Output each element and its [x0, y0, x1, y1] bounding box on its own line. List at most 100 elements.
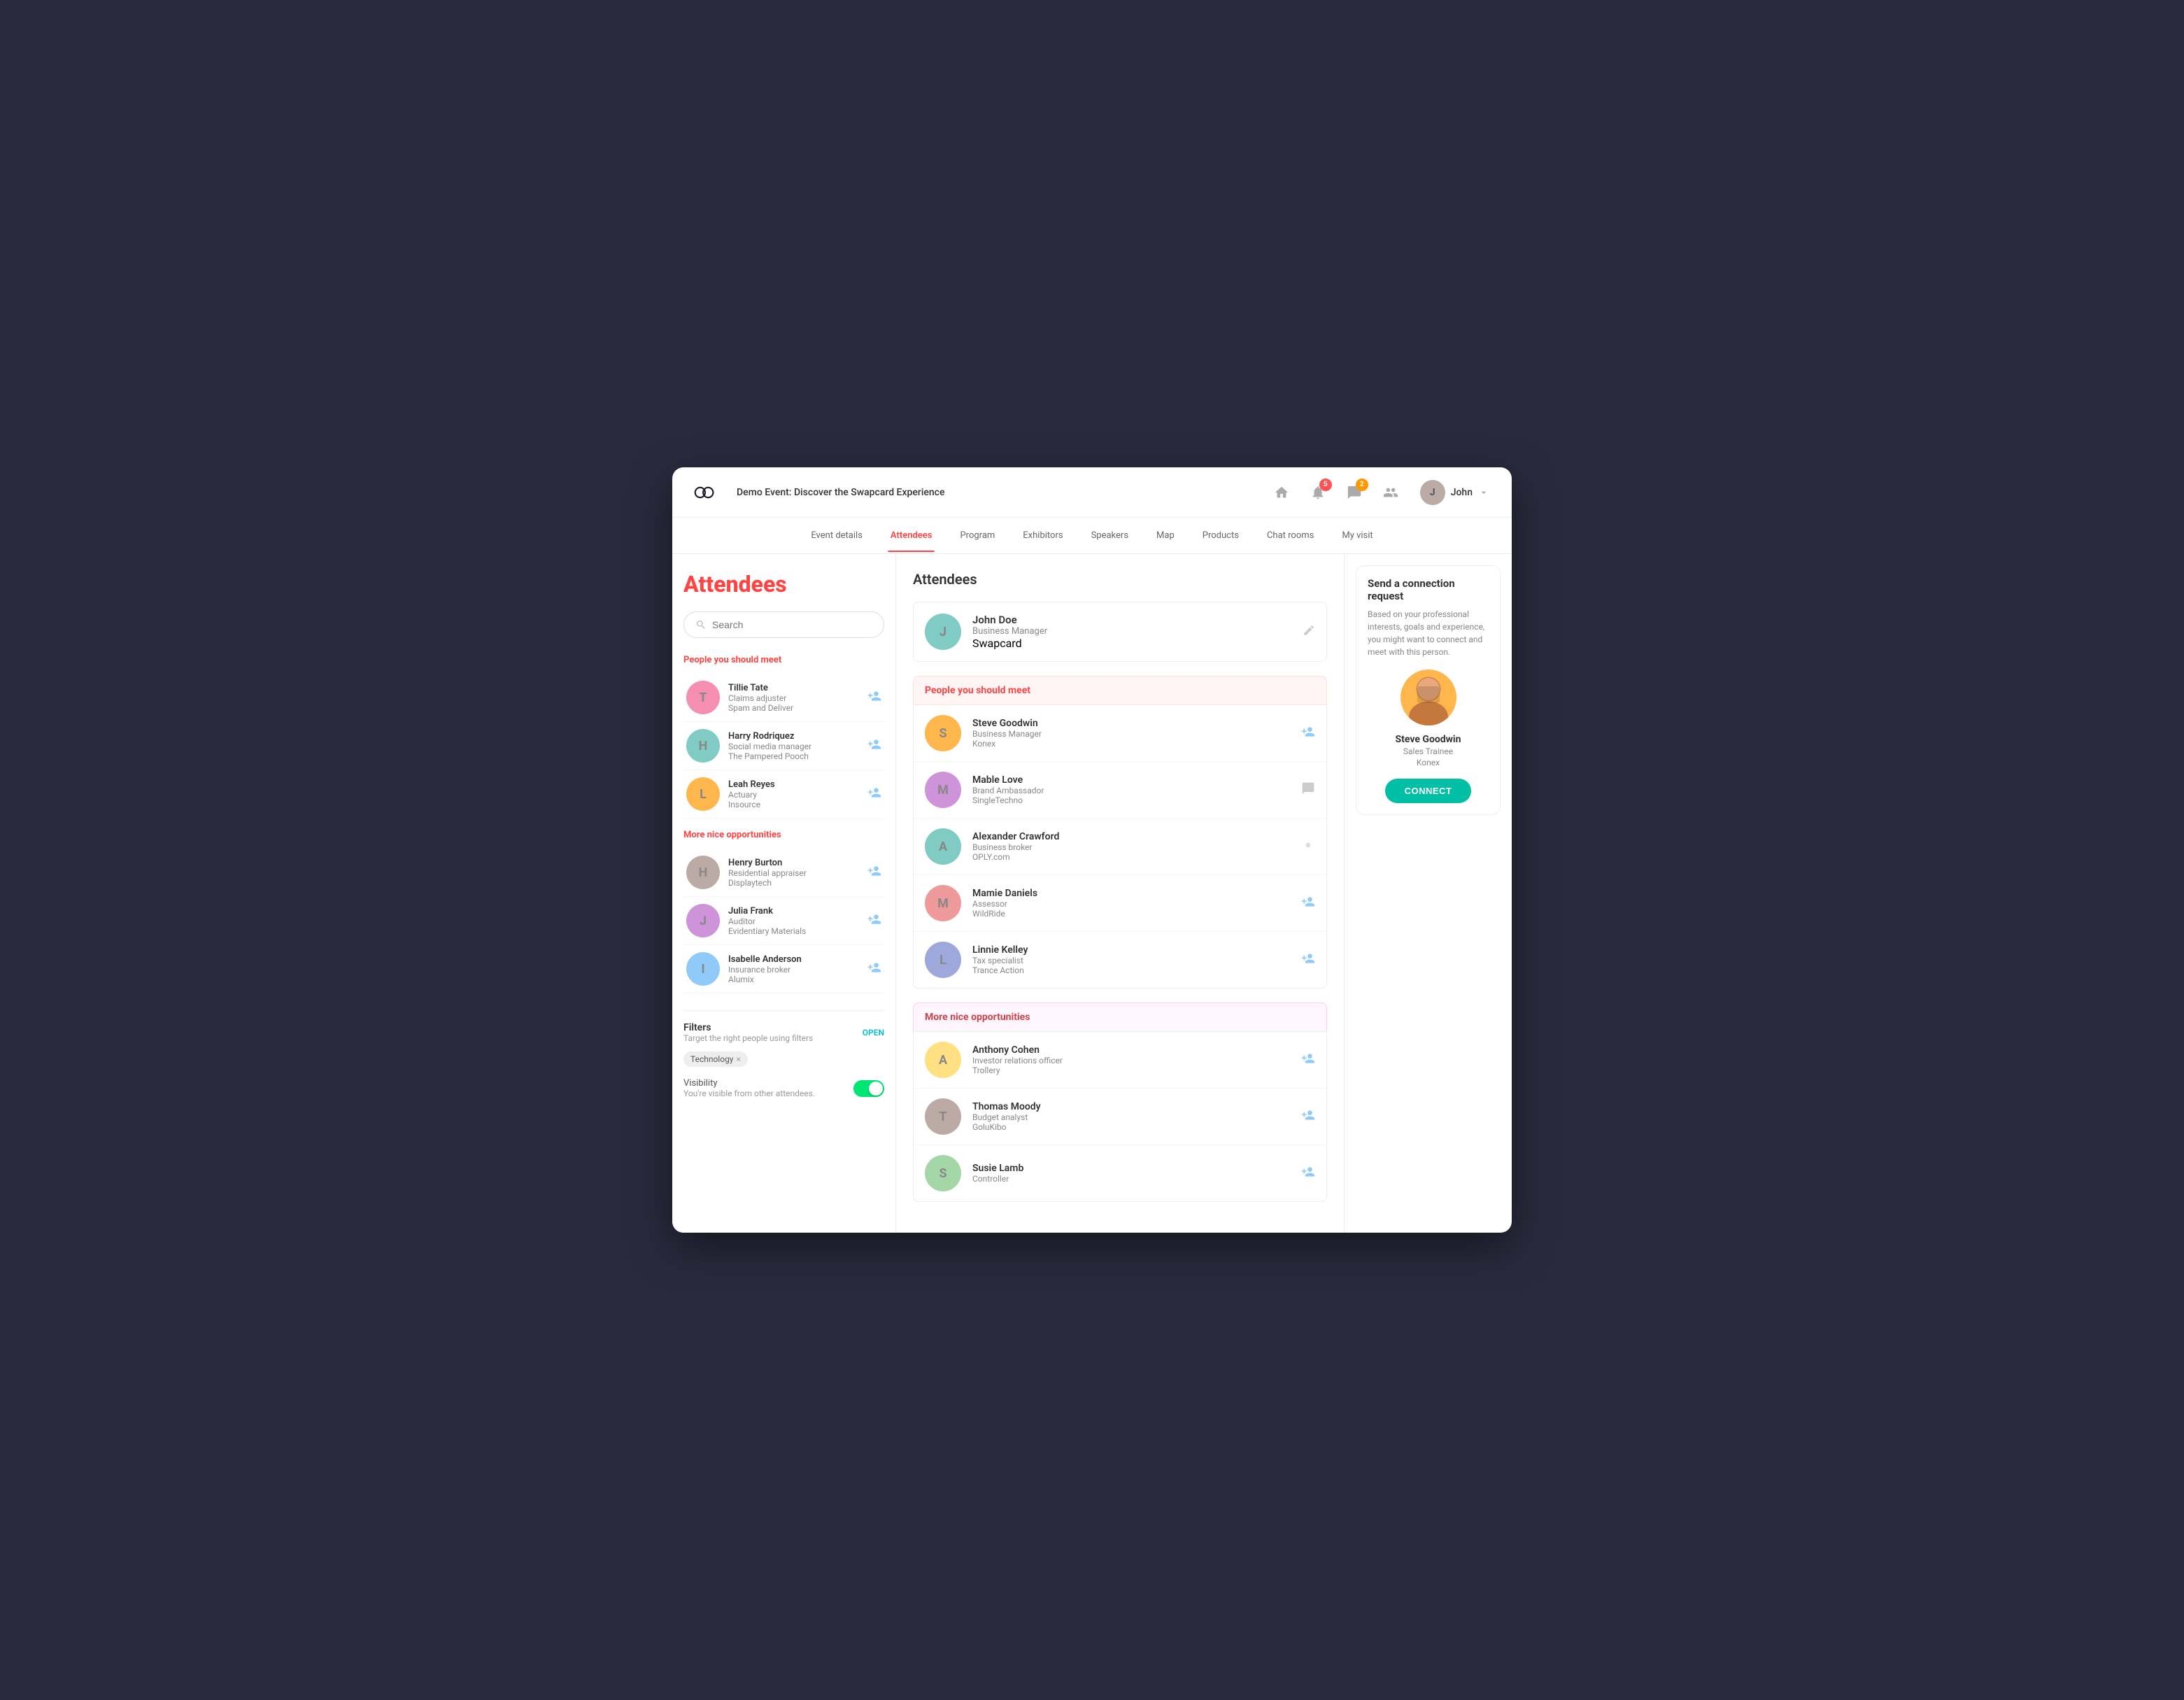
- attendee-action-icon[interactable]: [1301, 1108, 1315, 1126]
- nav-products[interactable]: Products: [1200, 519, 1242, 552]
- list-item[interactable]: T Tillie Tate Claims adjuster Spam and D…: [683, 674, 884, 722]
- filter-header: Filters Target the right people using fi…: [683, 1022, 884, 1043]
- attendee-avatar: T: [925, 1098, 961, 1135]
- current-user-info: John Doe Business Manager Swapcard: [972, 614, 1291, 650]
- list-item[interactable]: I Isabelle Anderson Insurance broker Alu…: [683, 945, 884, 993]
- add-contact-icon[interactable]: [867, 912, 881, 930]
- person-name: Harry Rodriquez: [728, 731, 859, 742]
- logo: [689, 486, 714, 500]
- table-row[interactable]: S Susie Lamb Controller: [914, 1145, 1326, 1201]
- attendee-name: Anthony Cohen: [972, 1044, 1290, 1056]
- person-name: Henry Burton: [728, 858, 859, 868]
- table-row[interactable]: S Steve Goodwin Business Manager Konex: [914, 705, 1326, 762]
- messages-button[interactable]: 2: [1342, 480, 1367, 505]
- person-role: Actuary: [728, 790, 859, 800]
- connection-card-desc: Based on your professional interests, go…: [1368, 608, 1489, 658]
- attendee-avatar: A: [925, 828, 961, 865]
- table-row[interactable]: A Anthony Cohen Investor relations offic…: [914, 1032, 1326, 1089]
- visibility-info: Visibility You're visible from other att…: [683, 1078, 815, 1098]
- filter-open-button[interactable]: OPEN: [863, 1028, 884, 1037]
- user-menu[interactable]: J John: [1414, 477, 1495, 508]
- attendee-name: Mable Love: [972, 774, 1290, 786]
- search-box[interactable]: [683, 611, 884, 638]
- attendee-info: Mamie Daniels Assessor WildRide: [972, 888, 1290, 919]
- nav-speakers[interactable]: Speakers: [1089, 519, 1131, 552]
- list-item[interactable]: H Henry Burton Residential appraiser Dis…: [683, 849, 884, 897]
- person-name: Tillie Tate: [728, 683, 859, 693]
- connect-button[interactable]: CONNECT: [1385, 779, 1472, 803]
- filter-tag-remove[interactable]: ×: [736, 1054, 740, 1064]
- table-row[interactable]: M Mamie Daniels Assessor WildRide: [914, 875, 1326, 932]
- attendee-name: Steve Goodwin: [972, 718, 1290, 729]
- nav-program[interactable]: Program: [957, 519, 998, 552]
- attendee-name: Linnie Kelley: [972, 944, 1290, 956]
- person-name: Isabelle Anderson: [728, 954, 859, 965]
- person-company: Insource: [728, 800, 859, 809]
- nav-exhibitors[interactable]: Exhibitors: [1020, 519, 1065, 552]
- list-item[interactable]: J Julia Frank Auditor Evidentiary Materi…: [683, 897, 884, 945]
- attendee-info: Alexander Crawford Business broker OPLY.…: [972, 831, 1290, 862]
- nav-attendees[interactable]: Attendees: [888, 519, 935, 552]
- add-contact-icon[interactable]: [867, 689, 881, 707]
- table-row[interactable]: L Linnie Kelley Tax specialist Trance Ac…: [914, 932, 1326, 988]
- nav-event-details[interactable]: Event details: [808, 519, 865, 552]
- nav-my-visit[interactable]: My visit: [1339, 519, 1375, 552]
- attendee-info: Steve Goodwin Business Manager Konex: [972, 718, 1290, 749]
- person-role: Residential appraiser: [728, 868, 859, 878]
- filter-tag: Technology ×: [683, 1051, 748, 1067]
- edit-profile-button[interactable]: [1303, 624, 1315, 639]
- sidebar-filters: Filters Target the right people using fi…: [683, 1010, 884, 1098]
- nav-bar: Event details Attendees Program Exhibito…: [672, 518, 1512, 554]
- people-button[interactable]: [1378, 480, 1403, 505]
- sidebar: Attendees People you should meet T Tilli…: [672, 554, 896, 1233]
- current-user-company: Swapcard: [972, 637, 1291, 650]
- app-window: Demo Event: Discover the Swapcard Experi…: [672, 467, 1512, 1233]
- list-item[interactable]: L Leah Reyes Actuary Insource: [683, 770, 884, 819]
- person-company: Displaytech: [728, 878, 859, 888]
- add-contact-icon[interactable]: [867, 864, 881, 881]
- nav-map[interactable]: Map: [1154, 519, 1177, 552]
- attendee-action-icon[interactable]: [1301, 838, 1315, 856]
- home-button[interactable]: [1269, 480, 1294, 505]
- attendee-action-icon[interactable]: [1301, 1165, 1315, 1182]
- add-contact-icon[interactable]: [867, 737, 881, 755]
- avatar: L: [686, 777, 720, 811]
- people-section-meet-header: People you should meet: [913, 676, 1327, 704]
- filter-subtitle: Target the right people using filters: [683, 1033, 813, 1043]
- person-company: Evidentiary Materials: [728, 926, 859, 936]
- nav-chat-rooms[interactable]: Chat rooms: [1264, 519, 1317, 552]
- add-contact-icon[interactable]: [867, 961, 881, 978]
- search-input[interactable]: [712, 619, 872, 630]
- attendee-action-icon[interactable]: [1301, 1051, 1315, 1069]
- list-item[interactable]: H Harry Rodriquez Social media manager T…: [683, 722, 884, 770]
- attendee-avatar: S: [925, 715, 961, 751]
- visibility-toggle[interactable]: [853, 1080, 884, 1097]
- add-contact-icon[interactable]: [867, 786, 881, 803]
- table-row[interactable]: T Thomas Moody Budget analyst GoluKibo: [914, 1089, 1326, 1145]
- sidebar-more-list: H Henry Burton Residential appraiser Dis…: [683, 849, 884, 993]
- person-company: The Pampered Pooch: [728, 751, 859, 761]
- center-more-list: A Anthony Cohen Investor relations offic…: [913, 1031, 1327, 1202]
- person-info: Julia Frank Auditor Evidentiary Material…: [728, 906, 859, 936]
- attendee-role: Business Manager: [972, 729, 1290, 739]
- attendee-company: SingleTechno: [972, 795, 1290, 805]
- attendee-info: Mable Love Brand Ambassador SingleTechno: [972, 774, 1290, 805]
- current-user-card[interactable]: J John Doe Business Manager Swapcard: [913, 602, 1327, 662]
- notifications-button[interactable]: 5: [1305, 480, 1331, 505]
- attendee-action-icon[interactable]: [1301, 895, 1315, 912]
- attendee-action-icon[interactable]: [1301, 725, 1315, 742]
- right-panel: Send a connection request Based on your …: [1344, 554, 1512, 1233]
- person-info: Tillie Tate Claims adjuster Spam and Del…: [728, 683, 859, 713]
- person-info: Harry Rodriquez Social media manager The…: [728, 731, 859, 761]
- attendee-name: Susie Lamb: [972, 1163, 1290, 1174]
- attendee-avatar: A: [925, 1042, 961, 1078]
- attendee-role: Business broker: [972, 842, 1290, 852]
- sidebar-section-meet-label: People you should meet: [683, 655, 884, 665]
- connection-person-avatar: [1401, 670, 1456, 725]
- table-row[interactable]: M Mable Love Brand Ambassador SingleTech…: [914, 762, 1326, 819]
- table-row[interactable]: A Alexander Crawford Business broker OPL…: [914, 819, 1326, 875]
- connection-person-company: Konex: [1368, 758, 1489, 767]
- attendee-action-icon[interactable]: [1301, 781, 1315, 799]
- attendee-name: Mamie Daniels: [972, 888, 1290, 899]
- attendee-action-icon[interactable]: [1301, 951, 1315, 969]
